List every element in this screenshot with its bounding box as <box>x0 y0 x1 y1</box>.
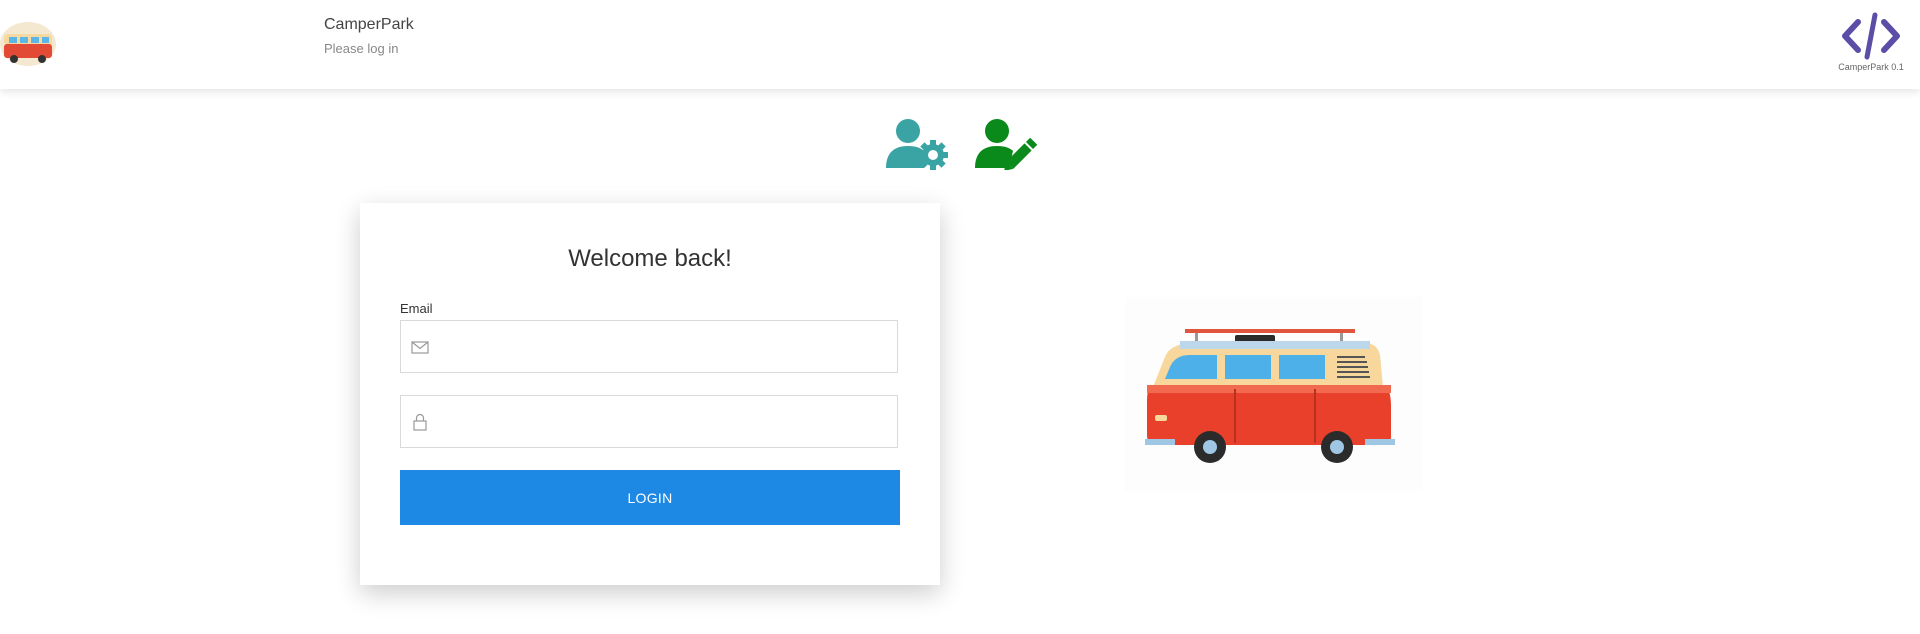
login-title: Welcome back! <box>568 245 732 272</box>
top-bar: CamperPark Please log in CamperPark 0.1 <box>0 0 1920 89</box>
user-pen-icon[interactable] <box>975 118 1039 171</box>
app-title: CamperPark <box>324 16 414 33</box>
email-label: Email <box>400 301 433 316</box>
email-input[interactable] <box>441 322 891 373</box>
code-brackets-icon <box>1842 12 1900 60</box>
brand-version: CamperPark 0.1 <box>1838 62 1904 72</box>
user-gear-icon[interactable] <box>886 118 950 170</box>
password-input[interactable] <box>441 397 891 448</box>
password-field[interactable] <box>400 395 898 448</box>
email-field[interactable] <box>400 320 898 373</box>
brand-badge[interactable]: CamperPark 0.1 <box>1836 12 1906 72</box>
page-subtitle: Please log in <box>324 41 399 56</box>
envelope-icon <box>411 341 429 354</box>
lock-icon <box>413 413 427 431</box>
login-card: Welcome back! Email LOGIN <box>360 203 940 585</box>
app-logo[interactable] <box>0 10 60 74</box>
login-button[interactable]: LOGIN <box>400 470 900 525</box>
camper-van-illustration <box>1125 297 1423 491</box>
